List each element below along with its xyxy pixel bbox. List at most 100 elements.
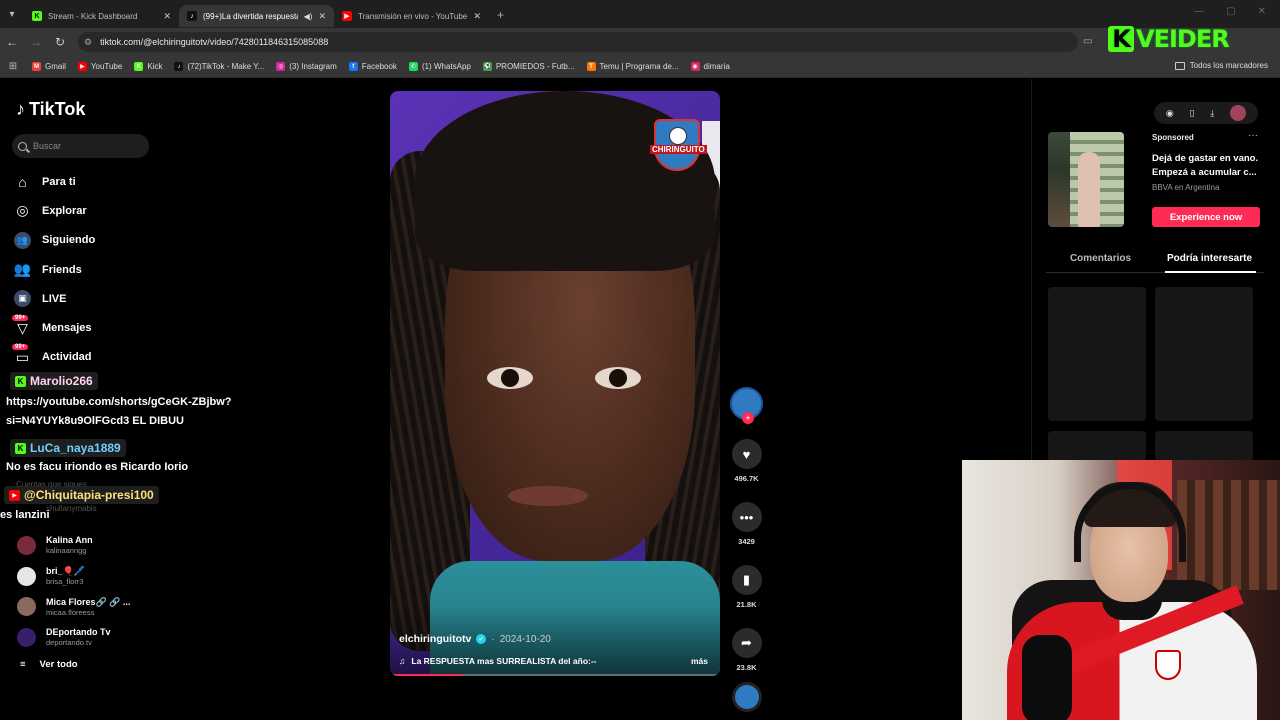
bookmarks-bar: ⊞ M Gmail ▶ YouTube K Kick ♪ (72)TikTok - Make …	[0, 56, 1280, 78]
compass-icon[interactable]: ◉	[1166, 108, 1174, 119]
tab-search-icon[interactable]: ▾	[0, 0, 24, 28]
video-frame	[487, 367, 533, 389]
bookmark-item[interactable]: ✆ (1) WhatsApp	[403, 62, 477, 71]
bookmark-label: Gmail	[45, 62, 66, 71]
music-disc[interactable]	[731, 682, 762, 712]
bookmark-favicon-icon: ✆	[408, 62, 418, 71]
folder-icon	[1174, 61, 1185, 70]
followed-account[interactable]: DEportando Tv deportando.tv	[17, 622, 130, 653]
see-all-button[interactable]: ≡ Ver todo	[20, 659, 78, 670]
suggested-video-placeholder[interactable]	[1048, 287, 1146, 421]
device-icon[interactable]: ▯	[1190, 108, 1195, 119]
video-author[interactable]: elchiringuitotv ✓ · 2024-10-20	[399, 633, 551, 645]
account-handle: micaa.floreess	[46, 607, 95, 617]
back-icon[interactable]: ←	[0, 35, 24, 49]
minimize-icon[interactable]: —	[1194, 6, 1204, 17]
bookmark-item[interactable]: ◉ dimaria	[685, 62, 736, 71]
bookmark-list: M Gmail ▶ YouTube K Kick ♪ (72)TikTok - Make Y.…	[26, 62, 736, 71]
reload-icon[interactable]: ↻	[48, 35, 72, 49]
bookmark-favicon-icon: K	[134, 62, 144, 71]
followed-account[interactable]: bri_🎈🖊️ brisa_florr3	[17, 561, 130, 592]
follow-plus-icon[interactable]: +	[742, 412, 754, 424]
tab-might-interest[interactable]: Podría interesarte	[1155, 245, 1264, 273]
url-input[interactable]: ⚙ tiktok.com/@elchiringuitotv/video/7428…	[78, 32, 1078, 52]
video-player[interactable]: CHIRINGUITO elchiringuitotv ✓ · 2024-10-…	[390, 91, 720, 676]
tiktok-note-icon: ♪	[16, 99, 25, 119]
tab-comments[interactable]: Comentarios	[1046, 245, 1155, 272]
brand-text: VEIDER	[1136, 25, 1230, 53]
webcam-overlay	[962, 460, 1280, 720]
sidebar-item-para-ti[interactable]: ⌂ Para ti	[14, 167, 95, 196]
suggested-video-placeholder[interactable]	[1155, 287, 1253, 421]
sidebar-item-mensajes[interactable]: ▽ 99+ Mensajes	[12, 313, 95, 342]
close-tab-icon[interactable]: ✕	[318, 11, 326, 22]
video-frame	[508, 486, 588, 506]
cast-icon[interactable]: ▭	[1083, 36, 1092, 47]
author-handle[interactable]: elchiringuitotv	[399, 633, 471, 645]
more-button[interactable]: más	[691, 656, 708, 666]
ghost-handle: shullanymabis	[46, 504, 97, 513]
bookmark-item[interactable]: T Temu | Programa de...	[581, 62, 685, 71]
sidebar-item-explorar[interactable]: ◎ Explorar	[14, 196, 95, 225]
close-window-icon[interactable]: ✕	[1258, 6, 1266, 17]
tiktok-logo[interactable]: ♪ TikTok	[16, 99, 85, 120]
bookmark-item[interactable]: M Gmail	[26, 62, 72, 71]
kick-icon: K	[15, 375, 26, 387]
chat-message-1: https://youtube.com/shorts/gCeGK-ZBjbw? …	[6, 396, 232, 427]
bookmark-item[interactable]: ♪ (72)TikTok - Make Y...	[168, 62, 270, 71]
ad-more-icon[interactable]: ···	[1248, 130, 1258, 141]
list-icon: ≡	[20, 659, 26, 670]
search-input[interactable]: Buscar	[12, 134, 149, 158]
sidebar-item-actividad[interactable]: ▭ 99+ Actividad	[12, 343, 95, 372]
maximize-icon[interactable]: ▢	[1226, 6, 1235, 17]
close-tab-icon[interactable]: ✕	[473, 11, 481, 22]
share-button[interactable]: ➦	[731, 628, 762, 658]
bookmark-label: (3) Instagram	[289, 62, 337, 71]
tab-title: Transmisión en vivo - YouTube	[358, 11, 468, 21]
site-info-icon[interactable]: ⚙	[84, 37, 92, 48]
profile-avatar[interactable]	[1230, 105, 1247, 121]
sidebar-item-live[interactable]: ▣ LIVE	[14, 284, 95, 313]
sidebar-item-siguiendo[interactable]: 👥 Siguiendo	[14, 226, 95, 255]
comment-button[interactable]: •••	[731, 502, 762, 532]
see-all-label: Ver todo	[39, 659, 78, 670]
all-bookmarks[interactable]: Todos los marcadores	[1174, 61, 1268, 70]
ad-thumbnail[interactable]	[1048, 132, 1124, 227]
save-count: 21.8K	[736, 600, 757, 609]
speaker-icon[interactable]: ◀)	[304, 12, 313, 21]
sidebar-item-friends[interactable]: 👥 Friends	[14, 255, 95, 284]
live-icon: ▣	[14, 290, 31, 308]
download-icon[interactable]: ⤓	[1210, 108, 1214, 119]
close-tab-icon[interactable]: ✕	[163, 11, 171, 22]
bookmark-item[interactable]: ▶ YouTube	[72, 62, 128, 71]
like-button[interactable]: ♥	[731, 439, 762, 469]
tab-title: Stream - Kick Dashboard	[48, 11, 138, 21]
apps-grid-icon[interactable]: ⊞	[0, 61, 26, 72]
tab-kick-dashboard[interactable]: K Stream - Kick Dashboard ✕	[24, 5, 179, 27]
save-button[interactable]: ▮	[731, 565, 762, 595]
followed-account[interactable]: Kalina Ann kalinaanngg	[17, 530, 130, 561]
ad-cta-button[interactable]: Experience now	[1152, 207, 1260, 227]
bookmark-label: PROMIEDOS - Futb...	[495, 62, 575, 71]
bookmark-item[interactable]: ◎ (3) Instagram	[270, 62, 343, 71]
bookmark-item[interactable]: f Facebook	[343, 62, 403, 71]
comment-icon: •••	[739, 509, 754, 525]
video-progress-bar[interactable]	[390, 674, 720, 676]
bookmark-icon: ▮	[742, 572, 751, 587]
followed-account[interactable]: Mica Flores🔗 🔗 ... micaa.floreess	[17, 591, 130, 622]
account-name: bri_🎈🖊️	[46, 566, 85, 577]
activity-icon: ▭ 99+	[12, 343, 31, 366]
bookmark-favicon-icon: ◉	[690, 62, 700, 71]
forward-icon[interactable]: →	[24, 35, 48, 49]
progress-fill	[390, 674, 463, 676]
bookmark-item[interactable]: ⚽ PROMIEDOS - Futb...	[477, 62, 581, 71]
tab-tiktok-video[interactable]: ♪ (99+)La divertida respuesta ◀) ✕	[179, 5, 334, 27]
bookmark-label: Facebook	[361, 62, 397, 71]
tab-youtube-live[interactable]: ▶ Transmisión en vivo - YouTube ✕	[334, 5, 489, 27]
new-tab-icon[interactable]: +	[489, 8, 512, 22]
suggested-video-placeholder[interactable]	[1048, 431, 1146, 461]
bookmark-item[interactable]: K Kick	[128, 62, 168, 71]
author-avatar[interactable]: +	[730, 387, 763, 424]
friends-icon: 👥	[13, 261, 32, 278]
suggested-video-placeholder[interactable]	[1155, 431, 1253, 461]
